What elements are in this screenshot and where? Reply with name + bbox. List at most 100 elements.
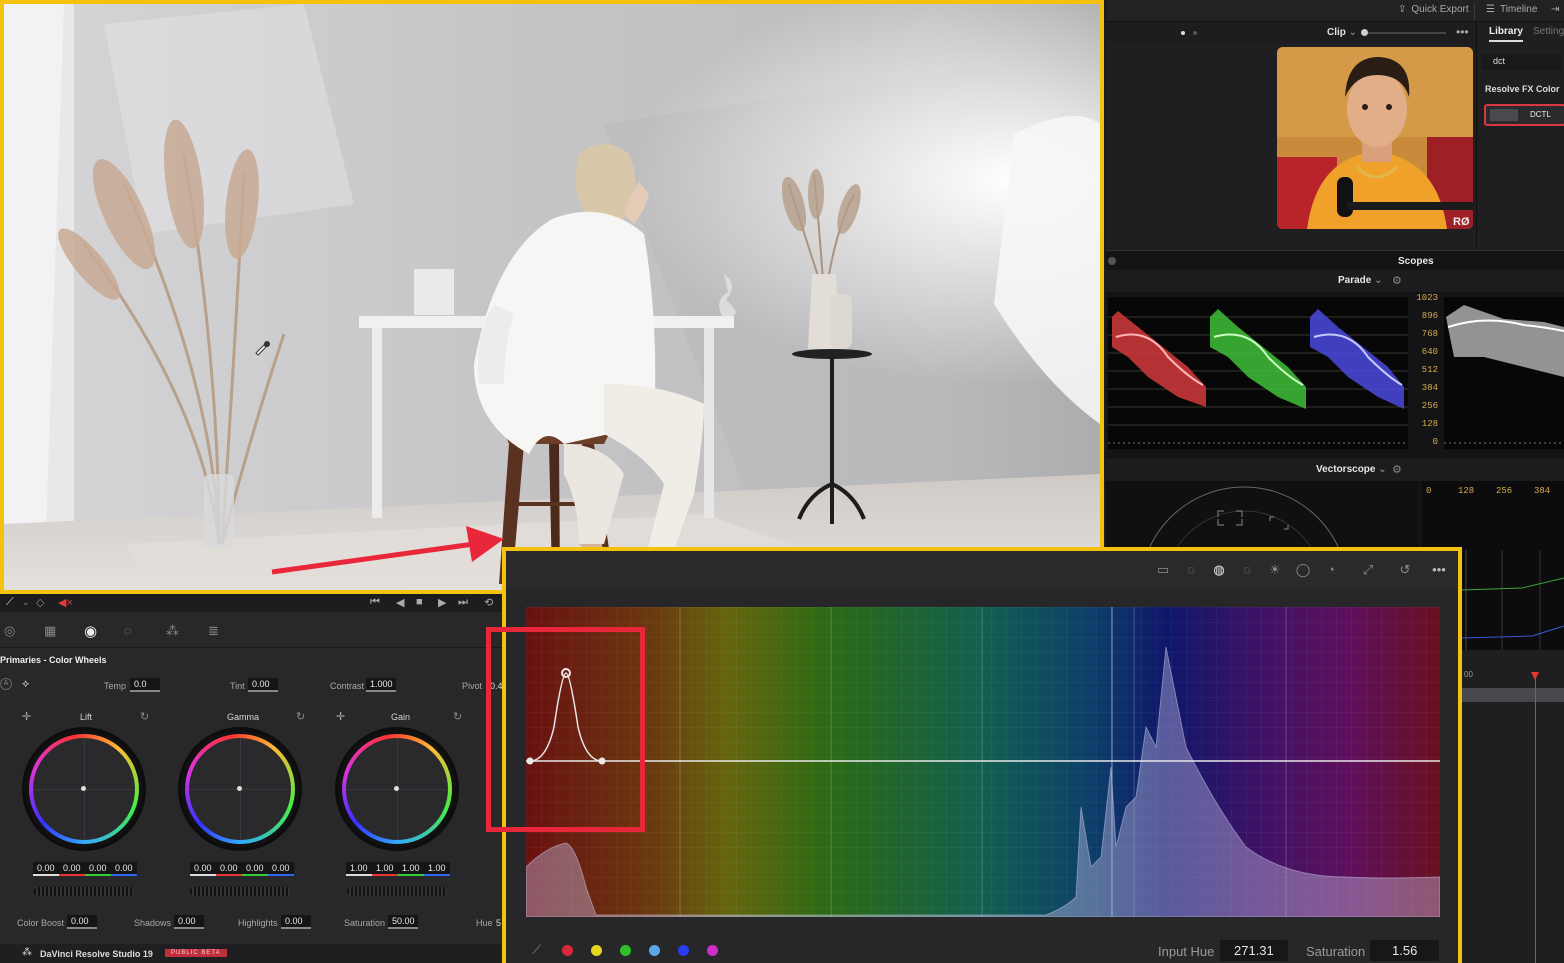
custom-curve-icon[interactable]: ▭: [1154, 561, 1172, 579]
reset-icon[interactable]: ↻: [453, 710, 462, 723]
chevron-down-icon: ⌄: [1374, 275, 1383, 286]
auto-balance-icon[interactable]: A: [0, 678, 12, 690]
tint-field[interactable]: 0.00: [248, 678, 278, 692]
gamma-b-field[interactable]: 0.00: [268, 862, 294, 876]
gain-puck[interactable]: [394, 786, 399, 791]
color-wheels-icon[interactable]: ◉: [84, 622, 97, 640]
more-options-icon[interactable]: •••: [1430, 561, 1448, 579]
lift-puck[interactable]: [81, 786, 86, 791]
hist-tick: 0: [1426, 486, 1432, 496]
color-boost-label: Color Boost: [17, 918, 65, 928]
video-viewer[interactable]: [0, 0, 1104, 594]
lift-r-field[interactable]: 0.00: [59, 862, 85, 876]
gain-y-field[interactable]: 1.00: [346, 862, 372, 876]
search-input[interactable]: dct: [1481, 54, 1561, 70]
reset-icon[interactable]: ↺: [1396, 561, 1414, 579]
gamma-y-field[interactable]: 0.00: [190, 862, 216, 876]
section-title: Resolve FX Color: [1485, 84, 1560, 94]
lift-wheel[interactable]: [22, 727, 146, 851]
zoom-slider[interactable]: [1361, 29, 1446, 36]
expand-icon[interactable]: ⇥: [1551, 4, 1559, 15]
stop-icon[interactable]: ■: [416, 596, 423, 608]
blue-swatch[interactable]: [678, 945, 689, 956]
tab-settings[interactable]: Setting: [1533, 26, 1564, 37]
dctl-effect-item[interactable]: DCTL: [1484, 104, 1564, 126]
camera-raw-icon[interactable]: ◎: [4, 623, 15, 639]
hue-field[interactable]: 5: [496, 918, 501, 928]
scope-settings-icon[interactable]: ⚙: [1392, 463, 1402, 476]
color-match-icon[interactable]: ▦: [44, 623, 56, 639]
hue-vs-lum-icon[interactable]: ◌: [1238, 561, 1256, 579]
gamma-master-wheel[interactable]: [190, 887, 290, 896]
loop-icon[interactable]: ⟲: [484, 596, 493, 609]
skip-forward-icon[interactable]: ⏭: [458, 596, 468, 609]
playhead[interactable]: [1535, 672, 1536, 963]
timeline-button[interactable]: ☰ Timeline: [1486, 4, 1537, 15]
hue-vs-sat-icon[interactable]: ◍: [1210, 561, 1228, 579]
saturation-field[interactable]: 50.00: [388, 915, 418, 929]
input-hue-field[interactable]: 271.31: [1220, 940, 1288, 961]
gain-b-field[interactable]: 1.00: [424, 862, 450, 876]
vectorscope-dropdown[interactable]: Vectorscope ⌄: [1316, 464, 1387, 475]
motion-effects-icon[interactable]: ≣: [208, 623, 219, 639]
play-reverse-icon[interactable]: ◀: [396, 596, 404, 609]
color-boost-field[interactable]: 0.00: [67, 915, 97, 929]
scope-settings-icon[interactable]: ⚙: [1392, 274, 1402, 287]
highlights-field[interactable]: 0.00: [281, 915, 311, 929]
play-icon[interactable]: ▶: [438, 596, 446, 609]
gain-r-field[interactable]: 1.00: [372, 862, 398, 876]
hist-tick: 384: [1534, 486, 1551, 496]
gamma-puck[interactable]: [237, 786, 242, 791]
lum-vs-sat-icon[interactable]: ☀: [1266, 561, 1284, 579]
reset-icon[interactable]: ↻: [140, 710, 149, 723]
parade-dropdown[interactable]: Parade ⌄: [1338, 275, 1383, 286]
red-swatch[interactable]: [562, 945, 573, 956]
gain-master-wheel[interactable]: [347, 887, 447, 896]
expand-icon[interactable]: ⤢: [1359, 561, 1377, 579]
sat-vs-lum-icon[interactable]: ◔: [1322, 561, 1340, 579]
timeline-icon: ☰: [1486, 4, 1495, 15]
luma-waveform-graphic: [1444, 305, 1564, 444]
gain-wheel[interactable]: [335, 727, 459, 851]
scope-options-icon[interactable]: [1108, 257, 1116, 265]
sat-vs-sat-icon[interactable]: ◯: [1294, 561, 1312, 579]
magic-wand-icon[interactable]: ⟡: [22, 678, 29, 691]
hdr-wheels-icon[interactable]: ◌: [124, 623, 132, 638]
hue-vs-hue-icon[interactable]: ◌: [1182, 561, 1200, 579]
rgb-mixer-icon[interactable]: ⁂: [166, 623, 179, 639]
shadows-field[interactable]: 0.00: [174, 915, 204, 929]
scale-tick: 256: [1421, 401, 1438, 411]
chevron-down-icon[interactable]: ⌄: [22, 597, 30, 608]
quick-export-button[interactable]: ⇪ Quick Export: [1398, 4, 1469, 15]
crosshair-icon[interactable]: ✛: [336, 710, 345, 723]
crosshair-icon[interactable]: ✛: [22, 710, 31, 723]
contrast-field[interactable]: 1.000: [366, 678, 396, 692]
hue-curve-graph[interactable]: [526, 607, 1440, 917]
mute-icon[interactable]: ◀×: [58, 596, 73, 609]
lift-b-field[interactable]: 0.00: [111, 862, 137, 876]
saturation-field[interactable]: 1.56: [1370, 940, 1440, 961]
more-options-icon[interactable]: •••: [1456, 25, 1469, 39]
lift-master-wheel[interactable]: [34, 887, 134, 896]
layers-icon[interactable]: ◇: [36, 596, 44, 609]
yellow-swatch[interactable]: [591, 945, 602, 956]
slider-handle[interactable]: [1361, 29, 1368, 36]
eyedropper-icon[interactable]: ⟋: [532, 942, 541, 958]
playhead-marker-icon[interactable]: [1531, 672, 1539, 680]
skip-back-icon[interactable]: ⏮: [370, 596, 380, 609]
timeline-track[interactable]: [1462, 688, 1564, 702]
lift-y-field[interactable]: 0.00: [33, 862, 59, 876]
eyedropper-icon[interactable]: ⟋: [6, 596, 14, 609]
gain-g-field[interactable]: 1.00: [398, 862, 424, 876]
magenta-swatch[interactable]: [707, 945, 718, 956]
gamma-g-field[interactable]: 0.00: [242, 862, 268, 876]
green-swatch[interactable]: [620, 945, 631, 956]
reset-icon[interactable]: ↻: [296, 710, 305, 723]
cyan-swatch[interactable]: [649, 945, 660, 956]
temp-field[interactable]: 0.0: [130, 678, 160, 692]
gamma-r-field[interactable]: 0.00: [216, 862, 242, 876]
gamma-wheel[interactable]: [178, 727, 302, 851]
clip-mode-dropdown[interactable]: Clip ⌄: [1327, 27, 1357, 38]
tab-library[interactable]: Library: [1489, 26, 1523, 42]
lift-g-field[interactable]: 0.00: [85, 862, 111, 876]
